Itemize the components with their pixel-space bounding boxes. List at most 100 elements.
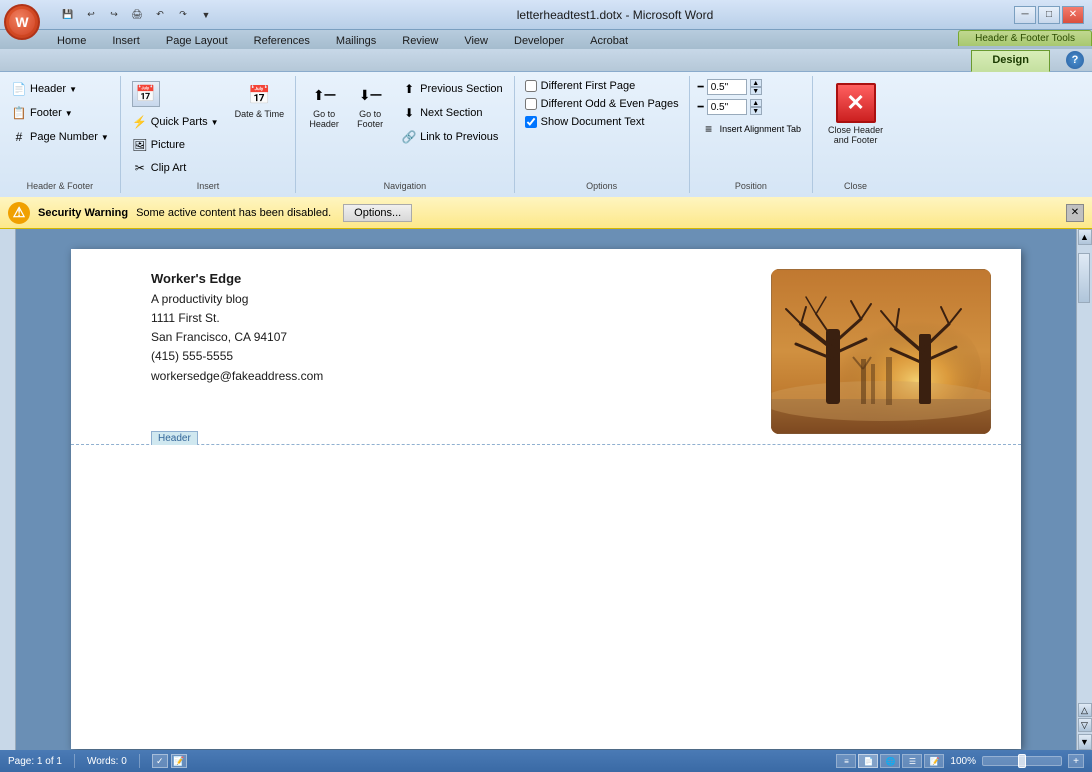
show-doc-text-checkbox[interactable] [525,116,537,128]
footer-position-field[interactable] [707,99,747,115]
group-position: ━ ▲ ▼ ━ ▲ ▼ [690,76,813,193]
tab-insert[interactable]: Insert [99,31,153,50]
redo-button[interactable]: ↪ [104,6,124,24]
diff-odd-even-check[interactable]: Different Odd & Even Pages [521,96,683,112]
spell-check-icon[interactable]: ✓ [152,754,168,768]
expand-down-button[interactable]: ▽ [1078,718,1092,732]
header-button[interactable]: 📄 Header ▼ [6,78,114,100]
diff-odd-even-checkbox[interactable] [525,98,537,110]
document-area[interactable]: Worker's Edge A productivity blog 1111 F… [16,229,1076,750]
link-prev-icon: 🔗 [401,129,417,145]
minimize-button[interactable]: ─ [1014,6,1036,24]
redo2-button[interactable]: ↷ [173,6,193,24]
picture-icon: 🖼 [132,137,148,153]
zoom-slider[interactable] [982,756,1062,766]
zoom-thumb[interactable] [1018,754,1026,768]
footer-button[interactable]: 📋 Footer ▼ [6,102,114,124]
vertical-scrollbar[interactable]: ▲ △ ▽ ▼ [1076,229,1092,750]
previous-section-button[interactable]: ⬆ Previous Section [396,78,508,100]
group-close-label: Close [819,179,892,191]
more-button[interactable]: ▼ [196,6,216,24]
next-section-button[interactable]: ⬇ Next Section [396,102,508,124]
tab-references[interactable]: References [241,31,323,50]
undo-button[interactable]: ↩ [81,6,101,24]
tab-mailings[interactable]: Mailings [323,31,389,50]
document-page: Worker's Edge A productivity blog 1111 F… [71,249,1021,749]
prev-section-icon: ⬆ [401,81,417,97]
undo2-button[interactable]: ↶ [150,6,170,24]
zoom-level: 100% [950,756,976,767]
ribbon-body: 📄 Header ▼ 📋 Footer ▼ # Page Number [0,72,1092,197]
help-button[interactable]: ? [1066,51,1084,69]
diff-first-page-check[interactable]: Different First Page [521,78,683,94]
security-warning-text: Some active content has been disabled. [136,207,331,219]
tab-acrobat[interactable]: Acrobat [577,31,641,50]
print-button[interactable]: 🖨 [127,6,147,24]
footer-icon: 📋 [11,105,27,121]
hf-tools-label: Header & Footer Tools [958,30,1092,46]
show-doc-text-check[interactable]: Show Document Text [521,114,683,130]
scroll-down-button[interactable]: ▼ [1078,734,1092,750]
company-city-state: San Francisco, CA 94107 [151,328,323,347]
scroll-thumb[interactable] [1078,253,1090,303]
footer-pos-up[interactable]: ▲ [750,99,762,107]
group-header-footer: 📄 Header ▼ 📋 Footer ▼ # Page Number [0,76,121,193]
footer-pos-down[interactable]: ▼ [750,107,762,115]
view-normal-button[interactable]: ≡ [836,754,856,768]
company-phone: (415) 555-5555 [151,347,323,366]
expand-up-button[interactable]: △ [1078,703,1092,717]
page-body[interactable] [71,445,1021,745]
close-hf-label: Close Headerand Footer [828,125,883,145]
view-draft-button[interactable]: 📝 [924,754,944,768]
clip-art-button[interactable]: ✂ Clip Art [127,157,224,179]
date-time-button[interactable]: 📅 [127,78,224,110]
maximize-button[interactable]: □ [1038,6,1060,24]
tab-review[interactable]: Review [389,31,451,50]
header-icon: 📄 [11,81,27,97]
link-to-previous-button[interactable]: 🔗 Link to Previous [396,126,508,148]
view-web-button[interactable]: 🌐 [880,754,900,768]
status-bar: Page: 1 of 1 Words: 0 ✓ 📝 ≡ 📄 🌐 ☰ 📝 100%… [0,750,1092,772]
goto-header-button[interactable]: ⬆━━ Go toHeader [302,78,346,132]
office-button[interactable]: W [4,4,40,40]
save-button[interactable]: 💾 [58,6,78,24]
view-outline-button[interactable]: ☰ [902,754,922,768]
goto-footer-icon: ⬇━━ [356,81,384,109]
date-time-big-button[interactable]: 📅 Date & Time [230,78,290,122]
tab-page-layout[interactable]: Page Layout [153,31,241,50]
tab-developer[interactable]: Developer [501,31,577,50]
security-close-button[interactable]: ✕ [1066,204,1084,222]
security-options-button[interactable]: Options... [343,204,412,222]
next-section-icon: ⬇ [401,105,417,121]
header-position-field[interactable] [707,79,747,95]
close-window-button[interactable]: ✕ [1062,6,1084,24]
align-tab-icon: ≡ [701,121,717,137]
quick-parts-button[interactable]: ⚡ Quick Parts ▼ [127,111,224,133]
goto-header-icon: ⬆━━ [310,81,338,109]
tab-view[interactable]: View [451,31,501,50]
tree-illustration [771,269,991,434]
header-pos-up[interactable]: ▲ [750,79,762,87]
picture-button[interactable]: 🖼 Picture [127,134,224,156]
page-number-button[interactable]: # Page Number ▼ [6,126,114,148]
goto-footer-button[interactable]: ⬇━━ Go toFooter [348,78,392,132]
header-pos-down[interactable]: ▼ [750,87,762,95]
security-warning-title: Security Warning [38,207,128,219]
diff-first-page-checkbox[interactable] [525,80,537,92]
zoom-in-button[interactable]: + [1068,754,1084,768]
app-window: W 💾 ↩ ↪ 🖨 ↶ ↷ ▼ letterheadtest1.dotx - M… [0,0,1092,772]
insert-alignment-tab-button[interactable]: ≡ Insert Alignment Tab [696,118,806,140]
view-print-button[interactable]: 📄 [858,754,878,768]
tab-home[interactable]: Home [44,31,99,50]
tab-design[interactable]: Design [971,50,1050,72]
scroll-up-button[interactable]: ▲ [1078,229,1092,245]
close-header-footer-button[interactable]: ✕ Close Headerand Footer [819,78,892,150]
group-position-label: Position [696,179,806,191]
page-header-section: Worker's Edge A productivity blog 1111 F… [71,249,1021,445]
word-count: Words: 0 [87,756,127,767]
header-image [771,269,991,434]
track-changes-icon[interactable]: 📝 [171,754,187,768]
security-warning-icon: ⚠ [8,202,30,224]
footer-pos-icon: ━ [698,102,704,113]
title-bar-left: W 💾 ↩ ↪ 🖨 ↶ ↷ ▼ [8,6,216,24]
